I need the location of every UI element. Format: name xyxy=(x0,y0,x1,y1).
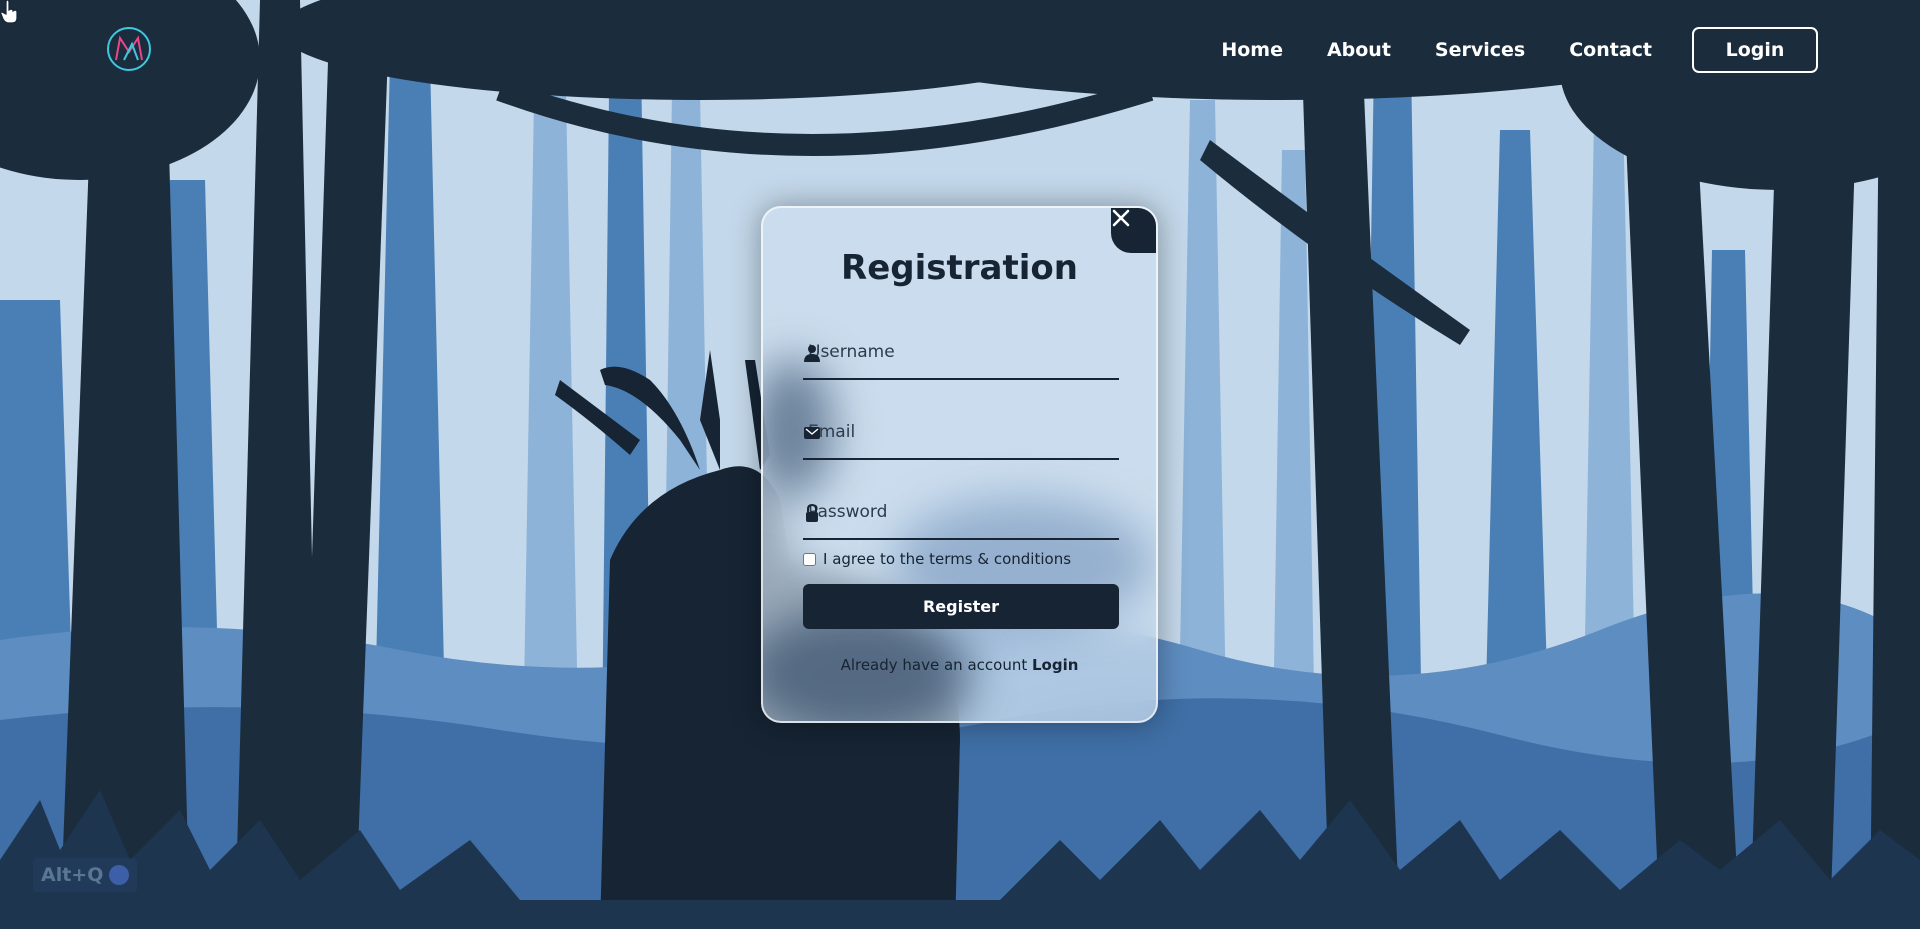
switch-text: Already have an account xyxy=(840,656,1028,674)
password-input[interactable] xyxy=(803,488,1078,536)
switch-login-link[interactable]: Login xyxy=(1032,656,1078,674)
hand-cursor-icon xyxy=(0,0,18,24)
assistant-icon xyxy=(109,865,130,885)
email-input[interactable] xyxy=(803,408,1078,456)
email-field xyxy=(803,408,1119,460)
nav-home[interactable]: Home xyxy=(1221,39,1283,61)
main-nav: Home About Services Contact Login xyxy=(1221,25,1818,75)
lock-icon xyxy=(806,504,818,522)
ml-monogram-logo[interactable] xyxy=(106,26,152,72)
mail-icon xyxy=(804,427,820,439)
user-icon xyxy=(804,345,820,362)
terms-agreement: I agree to the terms & conditions xyxy=(803,550,1071,568)
username-field xyxy=(803,328,1119,380)
modal-title: Registration xyxy=(841,248,1078,288)
username-input[interactable] xyxy=(803,328,1078,376)
registration-modal: Registration I agree to the ter xyxy=(761,206,1158,723)
forest-background: Home About Services Contact Login Regist… xyxy=(0,0,1920,929)
nav-contact[interactable]: Contact xyxy=(1569,39,1652,61)
register-button[interactable]: Register xyxy=(803,584,1119,629)
header-login-button[interactable]: Login xyxy=(1692,27,1818,73)
nav-services[interactable]: Services xyxy=(1435,39,1525,61)
terms-label: I agree to the terms & conditions xyxy=(823,550,1072,568)
terms-checkbox[interactable] xyxy=(803,552,816,566)
nav-about[interactable]: About xyxy=(1327,39,1391,61)
login-switch: Already have an account Login xyxy=(763,656,1156,674)
close-icon xyxy=(1112,209,1130,227)
hotkey-overlay: Alt+Q xyxy=(33,858,138,892)
close-button[interactable] xyxy=(1111,208,1156,253)
password-field xyxy=(803,488,1119,540)
hotkey-label: Alt+Q xyxy=(41,864,104,886)
